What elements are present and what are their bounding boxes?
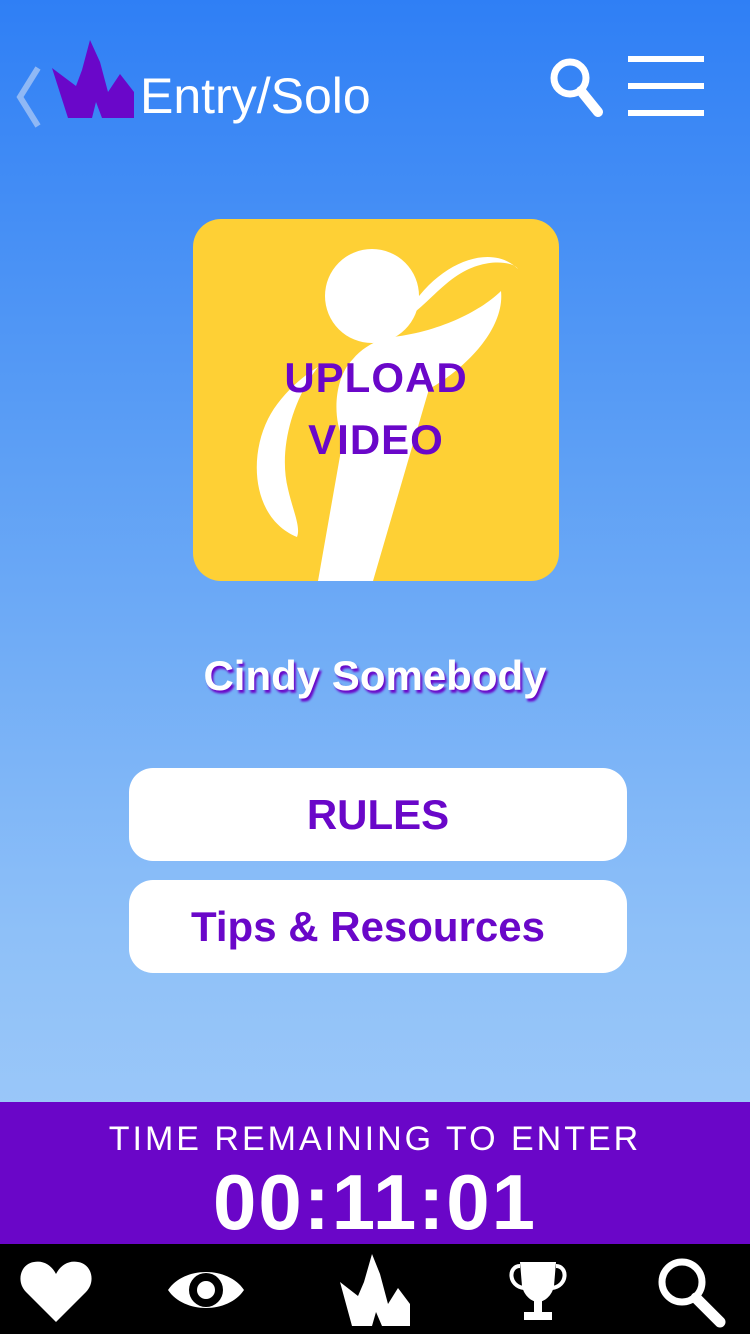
heart-icon [20,1261,92,1322]
tips-resources-button[interactable]: Tips & Resources [129,880,627,973]
nav-competitions[interactable] [498,1252,578,1328]
nav-home[interactable] [334,1252,414,1328]
timer-value: 00:11:01 [213,1158,537,1246]
rules-button[interactable]: RULES [129,768,627,861]
upload-label-line1: UPLOAD [284,354,468,401]
nav-watch[interactable] [166,1252,246,1328]
search-icon [658,1258,726,1328]
eye-icon [168,1272,244,1308]
trophy-icon [509,1262,567,1320]
chevron-left-icon[interactable] [14,62,44,132]
bottom-nav [0,1244,750,1334]
hamburger-menu-icon[interactable] [628,56,704,116]
search-icon[interactable] [548,56,604,118]
crown-logo-icon[interactable] [50,40,136,120]
upload-label-line2: VIDEO [308,416,444,463]
user-name: Cindy Somebody [203,652,547,699]
timer-label: TIME REMAINING TO ENTER [108,1120,642,1158]
nav-favorites[interactable] [16,1252,96,1328]
entry-solo-screen: Entry/Solo UPLOAD VIDEO Cindy Somebody R… [0,0,750,1334]
page-title: Entry/Solo [140,68,371,124]
tips-resources-label: Tips & Resources [190,903,546,950]
header: Entry/Solo [0,0,750,180]
timer-banner: TIME REMAINING TO ENTER 00:11:01 [0,1102,750,1244]
crown-logo-icon [340,1254,410,1326]
upload-video-label: UPLOAD VIDEO [193,347,559,471]
nav-search[interactable] [650,1252,730,1328]
upload-video-button[interactable]: UPLOAD VIDEO [193,219,559,581]
